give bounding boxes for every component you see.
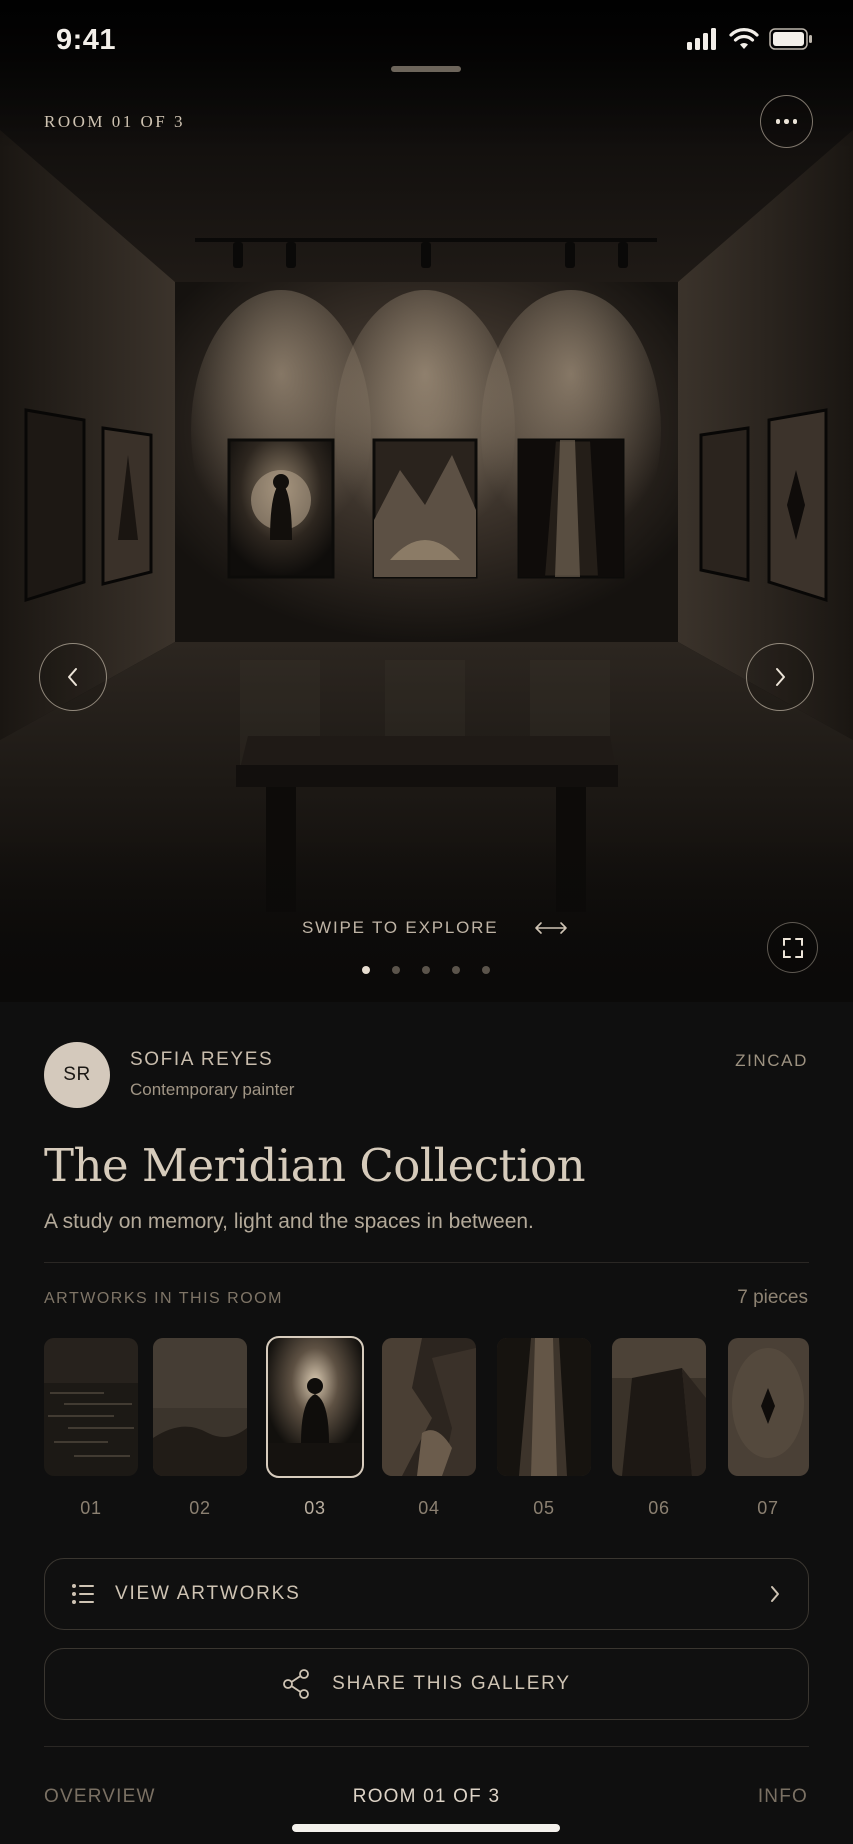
swipe-hint-label: SWIPE TO EXPLORE	[302, 918, 499, 937]
nav-room-indicator[interactable]: ROOM 01 OF 3	[0, 1786, 853, 1808]
share-gallery-button[interactable]: SHARE THIS GALLERY	[44, 1648, 809, 1720]
more-horizontal-icon	[775, 119, 781, 124]
fullscreen-icon	[782, 937, 803, 958]
view-artworks-label: VIEW ARTWORKS	[115, 1583, 301, 1604]
artwork-thumbnails: 01 02 03 04 05 06 07	[44, 1336, 809, 1528]
gallery-room-view[interactable]: 9:41 ROOM 01 OF 3 SWIPE TO EXPLORE	[0, 0, 853, 1002]
page-indicator[interactable]	[362, 966, 490, 974]
battery-icon	[769, 28, 812, 50]
artist-role: Contemporary painter	[130, 1080, 295, 1099]
view-artworks-button[interactable]: VIEW ARTWORKS	[44, 1558, 809, 1630]
artwork-thumbnail-03[interactable]	[266, 1336, 364, 1478]
artwork-number: 02	[189, 1498, 211, 1518]
page-dot[interactable]	[452, 966, 460, 974]
artwork-number: 03	[304, 1498, 326, 1518]
cellular-signal-icon	[687, 28, 716, 50]
chevron-right-icon	[776, 668, 785, 686]
artwork-thumbnail-04[interactable]	[382, 1338, 476, 1476]
chevron-right-icon	[771, 1586, 779, 1602]
status-time: 9:41	[56, 24, 117, 56]
previous-room-button[interactable]	[39, 643, 107, 711]
share-icon	[283, 1669, 310, 1699]
status-icons	[687, 28, 813, 50]
page-dot[interactable]	[362, 966, 370, 974]
swipe-hint: SWIPE TO EXPLORE	[302, 918, 568, 938]
next-room-button[interactable]	[746, 643, 814, 711]
collection-subtitle: A study on memory, light and the spaces …	[44, 1210, 534, 1233]
home-indicator[interactable]	[292, 1824, 560, 1832]
page-dot[interactable]	[482, 966, 490, 974]
bottom-navigation: OVERVIEW ROOM 01 OF 3 INFO	[0, 1762, 853, 1822]
room-label: ROOM 01 OF 3	[44, 112, 185, 131]
arrows-horizontal-icon	[535, 922, 568, 934]
brand-label: ZINCAD	[735, 1051, 808, 1070]
artist-name[interactable]: SOFIA REYES	[130, 1049, 273, 1071]
share-gallery-label: SHARE THIS GALLERY	[332, 1673, 571, 1694]
artwork-number: 06	[648, 1498, 670, 1518]
page-dot[interactable]	[422, 966, 430, 974]
divider	[44, 1262, 809, 1263]
artwork-thumbnail-01[interactable]	[44, 1338, 138, 1476]
collection-info-panel: SR SOFIA REYES Contemporary painter ZINC…	[0, 1002, 853, 1844]
divider	[44, 1746, 809, 1747]
fullscreen-button[interactable]	[767, 922, 818, 973]
sheet-grabber[interactable]	[391, 66, 461, 72]
artwork-number: 05	[533, 1498, 555, 1518]
artwork-thumbnail-06[interactable]	[612, 1338, 706, 1476]
list-icon	[72, 1584, 94, 1604]
artist-avatar[interactable]: SR	[44, 1042, 110, 1108]
artwork-number: 07	[757, 1498, 779, 1518]
artwork-thumbnail-02[interactable]	[153, 1338, 247, 1476]
page-dot[interactable]	[392, 966, 400, 974]
piece-count: 7 pieces	[737, 1287, 808, 1308]
collection-title: The Meridian Collection	[44, 1139, 586, 1192]
artworks-section-label: ARTWORKS IN THIS ROOM	[44, 1290, 283, 1307]
gallery-screen: 9:41 ROOM 01 OF 3 SWIPE TO EXPLORE SR SO…	[0, 0, 853, 1844]
chevron-left-icon	[68, 668, 77, 686]
artwork-thumbnail-07[interactable]	[728, 1338, 809, 1476]
more-options-button[interactable]	[760, 95, 813, 148]
artwork-number: 01	[80, 1498, 102, 1518]
artwork-thumbnail-05[interactable]	[497, 1338, 591, 1476]
gallery-room-image	[0, 0, 853, 1002]
wifi-icon	[729, 28, 759, 49]
artwork-number: 04	[418, 1498, 440, 1518]
nav-info[interactable]: INFO	[758, 1786, 808, 1808]
